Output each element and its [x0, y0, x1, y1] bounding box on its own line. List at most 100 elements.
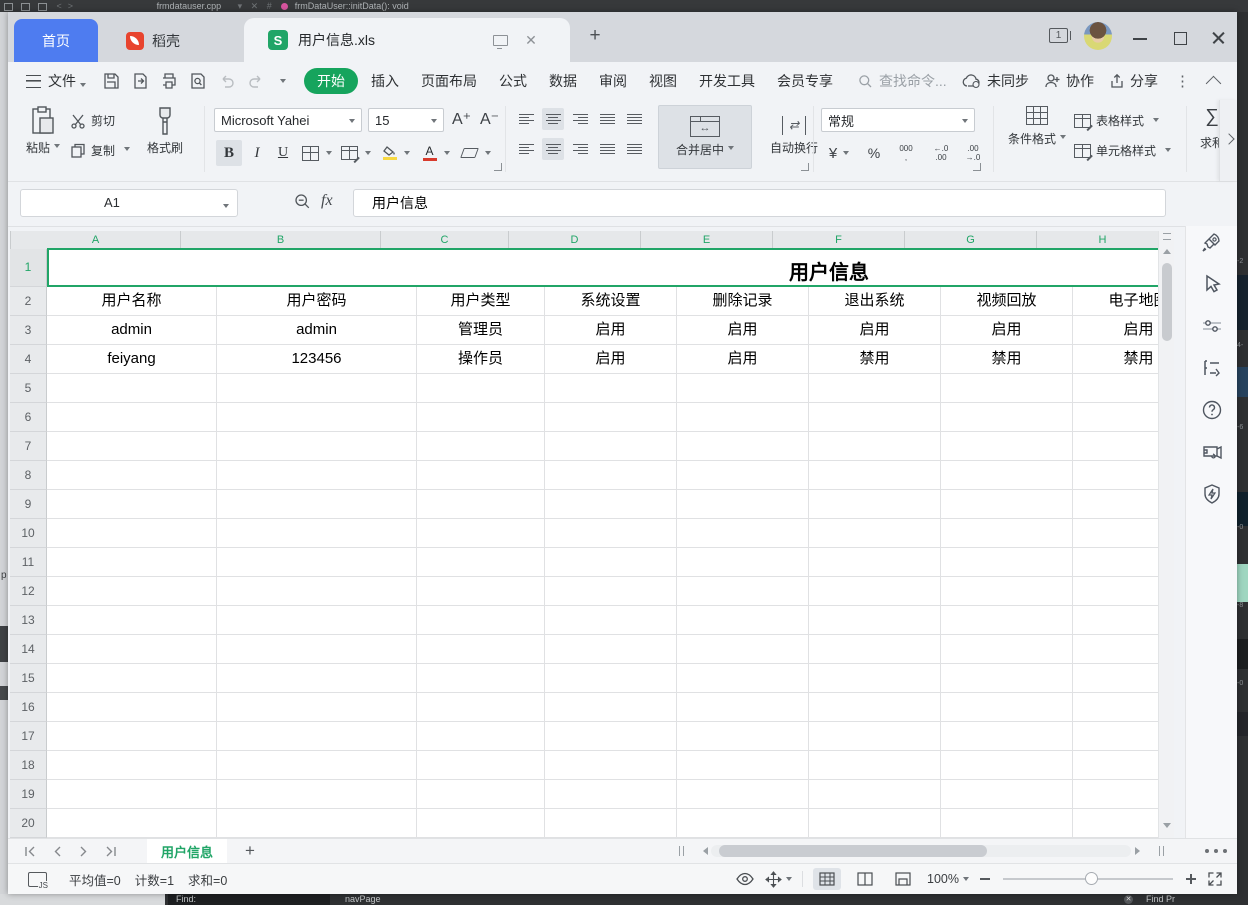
cell[interactable]: [1073, 722, 1158, 751]
increase-font-button[interactable]: A⁺: [452, 109, 471, 129]
cell[interactable]: [417, 403, 545, 432]
cell[interactable]: [47, 751, 217, 780]
minimize-button[interactable]: [1128, 32, 1154, 46]
ribbon-expand-strip[interactable]: [1219, 100, 1237, 181]
cell[interactable]: 管理员: [417, 316, 545, 345]
print-preview-icon[interactable]: [189, 72, 207, 90]
cell[interactable]: [47, 664, 217, 693]
cell[interactable]: 视频回放: [941, 287, 1073, 316]
cell[interactable]: [417, 519, 545, 548]
quickbar-caret-icon[interactable]: [280, 79, 286, 86]
cell[interactable]: [809, 751, 941, 780]
cell[interactable]: [677, 664, 809, 693]
docer-tab[interactable]: 稻壳: [106, 19, 200, 62]
vertical-scroll-thumb[interactable]: [1162, 263, 1172, 341]
scroll-up-icon[interactable]: [1163, 245, 1171, 254]
paste-button[interactable]: 粘贴: [20, 106, 66, 156]
sliders-icon[interactable]: [1200, 314, 1224, 338]
zoom-level[interactable]: 100%: [927, 872, 969, 886]
number-format-select[interactable]: 常规: [821, 108, 975, 132]
cursor-icon[interactable]: [1200, 272, 1224, 296]
row-header-8[interactable]: 8: [10, 461, 47, 490]
cell[interactable]: [1073, 374, 1158, 403]
number-dialog-launcher-icon[interactable]: [973, 163, 981, 171]
horizontal-scroll-thumb[interactable]: [719, 845, 987, 857]
italic-button[interactable]: I: [246, 140, 268, 166]
row-header-11[interactable]: 11: [10, 548, 47, 577]
cell[interactable]: [1073, 490, 1158, 519]
cell[interactable]: [217, 809, 417, 838]
formula-input[interactable]: 用户信息: [353, 189, 1166, 217]
scroll-down-icon[interactable]: [1163, 823, 1171, 832]
quick-access-icon[interactable]: [1200, 482, 1224, 506]
cell[interactable]: [417, 635, 545, 664]
menu-tab-2[interactable]: 页面布局: [410, 68, 488, 94]
cell[interactable]: [417, 374, 545, 403]
increase-decimal-button[interactable]: ←.0.00: [926, 140, 956, 166]
cell[interactable]: 用户名称: [47, 287, 217, 316]
collaborate-button[interactable]: 协作: [1044, 71, 1094, 91]
cell[interactable]: [809, 519, 941, 548]
cell[interactable]: [1073, 751, 1158, 780]
cell[interactable]: [941, 809, 1073, 838]
align-top-button[interactable]: [515, 108, 537, 130]
draw-border-button[interactable]: [338, 140, 374, 166]
cell[interactable]: [1073, 461, 1158, 490]
cell[interactable]: [677, 403, 809, 432]
cell[interactable]: [217, 780, 417, 809]
cell[interactable]: 启用: [545, 316, 677, 345]
merged-title-cell[interactable]: [47, 249, 1158, 287]
cell[interactable]: [545, 461, 677, 490]
cell[interactable]: [545, 490, 677, 519]
fx-icon[interactable]: fx: [321, 192, 333, 210]
cell[interactable]: 启用: [545, 345, 677, 374]
cell[interactable]: [47, 490, 217, 519]
cell[interactable]: [941, 606, 1073, 635]
fill-color-button[interactable]: [378, 140, 414, 166]
command-search[interactable]: 查找命令...: [858, 71, 947, 91]
conditional-format-button[interactable]: 条件格式: [1005, 106, 1069, 147]
cell[interactable]: [417, 751, 545, 780]
cut-button[interactable]: 剪切: [70, 112, 115, 129]
macro-js-icon[interactable]: JS: [28, 872, 47, 887]
cell[interactable]: [417, 490, 545, 519]
zoom-out-button[interactable]: [979, 873, 991, 885]
justify-button[interactable]: [596, 138, 618, 160]
clear-format-button[interactable]: [458, 140, 494, 166]
close-tab-icon[interactable]: ✕: [522, 31, 540, 49]
sync-status[interactable]: 未同步: [962, 71, 1029, 91]
distribute-button[interactable]: [623, 138, 645, 160]
cell[interactable]: [545, 374, 677, 403]
cell[interactable]: [545, 432, 677, 461]
cell[interactable]: [217, 664, 417, 693]
decrease-font-button[interactable]: A⁻: [480, 109, 499, 129]
cell[interactable]: [941, 722, 1073, 751]
column-header-C[interactable]: C: [381, 231, 509, 249]
row-header-7[interactable]: 7: [10, 432, 47, 461]
first-sheet-icon[interactable]: [24, 846, 36, 857]
cell[interactable]: 用户类型: [417, 287, 545, 316]
zoom-formula-icon[interactable]: [294, 193, 311, 210]
cell[interactable]: [1073, 432, 1158, 461]
cell[interactable]: [47, 577, 217, 606]
cell[interactable]: [941, 577, 1073, 606]
cell[interactable]: [677, 461, 809, 490]
row-header-18[interactable]: 18: [10, 751, 47, 780]
cell[interactable]: [677, 722, 809, 751]
row-header-6[interactable]: 6: [10, 403, 47, 432]
redo-icon[interactable]: [247, 72, 265, 90]
cell[interactable]: [677, 548, 809, 577]
cell[interactable]: [545, 780, 677, 809]
font-color-button[interactable]: A: [418, 140, 454, 166]
cell[interactable]: [809, 780, 941, 809]
cell[interactable]: 系统设置: [545, 287, 677, 316]
cell[interactable]: [545, 519, 677, 548]
menu-tab-4[interactable]: 数据: [538, 68, 588, 94]
cell[interactable]: [217, 461, 417, 490]
cell[interactable]: [545, 693, 677, 722]
print-icon[interactable]: [160, 72, 178, 90]
horizontal-scrollbar[interactable]: [679, 844, 1164, 858]
cell[interactable]: [677, 577, 809, 606]
cell[interactable]: [545, 664, 677, 693]
row-header-2[interactable]: 2: [10, 287, 47, 316]
